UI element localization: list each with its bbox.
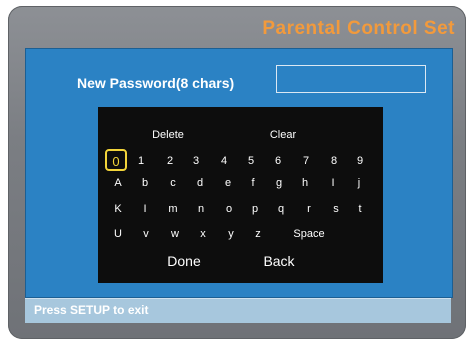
- key-s[interactable]: s: [333, 203, 339, 215]
- key-0[interactable]: 0: [105, 149, 127, 171]
- password-field[interactable]: [276, 65, 426, 93]
- key-7[interactable]: 7: [303, 155, 309, 167]
- key-4[interactable]: 4: [221, 155, 227, 167]
- key-A[interactable]: A: [114, 177, 121, 189]
- key-U[interactable]: U: [114, 228, 122, 240]
- key-g[interactable]: g: [276, 177, 282, 189]
- key-e[interactable]: e: [225, 177, 231, 189]
- key-l[interactable]: I: [143, 203, 146, 215]
- key-z[interactable]: z: [255, 228, 261, 240]
- key-o[interactable]: o: [226, 203, 232, 215]
- key-f[interactable]: f: [251, 177, 254, 189]
- key-x[interactable]: x: [200, 228, 206, 240]
- key-I[interactable]: I: [331, 177, 334, 189]
- key-q[interactable]: q: [278, 203, 284, 215]
- key-m[interactable]: m: [168, 203, 177, 215]
- page-title: Parental Control Set: [262, 18, 455, 39]
- key-2[interactable]: 2: [167, 155, 173, 167]
- key-8[interactable]: 8: [331, 155, 337, 167]
- key-v[interactable]: v: [143, 228, 149, 240]
- key-w[interactable]: w: [171, 228, 179, 240]
- onscreen-keyboard: Delete Clear 0 1 2 3 4 5 6 7 8 9 A b c d…: [98, 107, 383, 283]
- exit-hint: Press SETUP to exit: [34, 303, 149, 317]
- key-t[interactable]: t: [358, 203, 361, 215]
- key-9[interactable]: 9: [357, 155, 363, 167]
- done-button[interactable]: Done: [167, 253, 200, 269]
- key-6[interactable]: 6: [275, 155, 281, 167]
- key-c[interactable]: c: [170, 177, 176, 189]
- key-b[interactable]: b: [142, 177, 148, 189]
- key-space[interactable]: Space: [293, 228, 324, 240]
- key-5[interactable]: 5: [248, 155, 254, 167]
- key-3[interactable]: 3: [193, 155, 199, 167]
- key-h[interactable]: h: [302, 177, 308, 189]
- password-label: New Password(8 chars): [77, 75, 235, 91]
- key-y[interactable]: y: [228, 228, 234, 240]
- key-j[interactable]: j: [358, 177, 360, 189]
- key-delete[interactable]: Delete: [152, 129, 184, 141]
- key-r[interactable]: r: [307, 203, 311, 215]
- key-n[interactable]: n: [198, 203, 204, 215]
- back-button[interactable]: Back: [263, 253, 294, 269]
- key-K[interactable]: K: [114, 203, 121, 215]
- key-p[interactable]: p: [252, 203, 258, 215]
- key-1[interactable]: 1: [138, 155, 144, 167]
- key-clear[interactable]: Clear: [270, 129, 296, 141]
- key-d[interactable]: d: [197, 177, 203, 189]
